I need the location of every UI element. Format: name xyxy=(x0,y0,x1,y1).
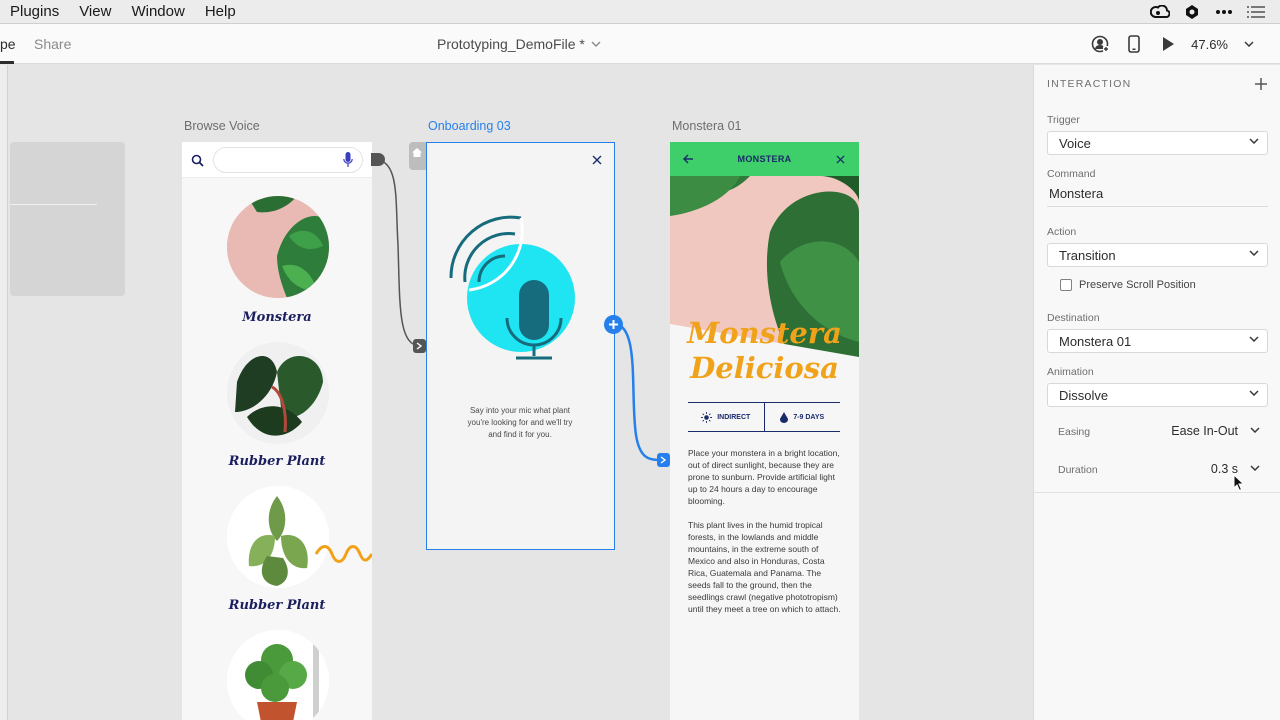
menu-bar-tray xyxy=(1150,0,1266,24)
action-dropdown[interactable]: Transition xyxy=(1047,243,1268,267)
design-canvas[interactable]: Browse Voice Onboarding 03 Monstera 01 M… xyxy=(0,65,1033,720)
prototype-wires xyxy=(371,158,664,462)
menu-help[interactable]: Help xyxy=(205,3,236,20)
destination-dropdown[interactable]: Monstera 01 xyxy=(1047,329,1268,353)
animation-label: Animation xyxy=(1047,366,1094,378)
easing-label: Easing xyxy=(1058,426,1091,438)
action-label: Action xyxy=(1047,226,1077,238)
sync-icon[interactable] xyxy=(1182,4,1202,20)
zoom-level[interactable]: 47.6% xyxy=(1191,37,1228,52)
destination-value: Monstera 01 xyxy=(1059,334,1132,349)
command-label: Command xyxy=(1047,168,1096,180)
chevron-down-icon[interactable] xyxy=(1250,427,1260,433)
menu-view[interactable]: View xyxy=(79,3,111,20)
app-toolbar: pe Share Prototyping_DemoFile * 47.6% xyxy=(0,24,1280,64)
add-interaction-handle[interactable] xyxy=(604,315,623,334)
chevron-down-icon xyxy=(1249,250,1259,256)
duration-label: Duration xyxy=(1058,464,1098,476)
creative-cloud-icon[interactable] xyxy=(1150,4,1170,20)
interaction-heading: INTERACTION xyxy=(1047,78,1132,90)
active-tab-indicator xyxy=(0,61,14,64)
property-inspector: INTERACTION Trigger Voice Command Monste… xyxy=(1033,65,1280,720)
add-interaction-button[interactable] xyxy=(1255,74,1267,95)
preserve-scroll-option[interactable]: Preserve Scroll Position xyxy=(1060,279,1196,291)
zoom-chevron-icon[interactable] xyxy=(1238,33,1260,55)
menu-plugins[interactable]: Plugins xyxy=(10,3,59,20)
document-title-text: Prototyping_DemoFile * xyxy=(437,36,585,52)
chevron-down-icon xyxy=(1249,390,1259,396)
action-value: Transition xyxy=(1059,248,1116,263)
list-icon[interactable] xyxy=(1246,4,1266,20)
easing-value[interactable]: Ease In-Out xyxy=(1171,424,1238,438)
chevron-down-icon[interactable] xyxy=(1250,465,1260,471)
mouse-cursor-icon xyxy=(1233,474,1245,492)
destination-label: Destination xyxy=(1047,312,1100,324)
tab-share[interactable]: Share xyxy=(34,36,71,52)
play-icon[interactable] xyxy=(1157,33,1179,55)
wire-destination-arrow xyxy=(657,453,670,467)
mobile-preview-icon[interactable] xyxy=(1123,33,1145,55)
animation-dropdown[interactable]: Dissolve xyxy=(1047,383,1268,407)
trigger-label: Trigger xyxy=(1047,114,1080,126)
animation-value: Dissolve xyxy=(1059,388,1109,403)
home-icon xyxy=(412,148,422,157)
chevron-down-icon xyxy=(591,41,601,47)
chevron-right-icon xyxy=(660,456,667,464)
easing-row[interactable]: Easing Ease In-Out xyxy=(1058,423,1268,443)
chevron-down-icon xyxy=(1249,336,1259,342)
menu-items: Plugins View Window Help xyxy=(0,3,256,20)
chevron-down-icon xyxy=(1249,138,1259,144)
menu-bar: Plugins View Window Help xyxy=(0,0,1280,24)
wire-end-arrow xyxy=(413,339,426,353)
user-icon[interactable] xyxy=(1089,33,1111,55)
toolbar-right: 47.6% xyxy=(1089,24,1280,64)
document-title[interactable]: Prototyping_DemoFile * xyxy=(437,36,601,52)
plus-icon xyxy=(609,320,618,329)
chevron-right-icon xyxy=(416,342,423,350)
wire-start-handle[interactable] xyxy=(371,153,385,166)
trigger-value: Voice xyxy=(1059,136,1091,151)
tab-prototype[interactable]: pe xyxy=(0,36,16,52)
menu-window[interactable]: Window xyxy=(131,3,184,20)
preserve-scroll-checkbox[interactable] xyxy=(1060,279,1072,291)
command-input[interactable]: Monstera xyxy=(1047,183,1268,207)
home-artboard-flag[interactable] xyxy=(409,142,426,170)
command-value: Monstera xyxy=(1049,186,1104,201)
trigger-dropdown[interactable]: Voice xyxy=(1047,131,1268,155)
interaction-section: INTERACTION Trigger Voice Command Monste… xyxy=(1034,65,1280,493)
more-icon[interactable] xyxy=(1214,4,1234,20)
plus-icon xyxy=(1255,78,1267,90)
preserve-scroll-label: Preserve Scroll Position xyxy=(1079,279,1196,291)
